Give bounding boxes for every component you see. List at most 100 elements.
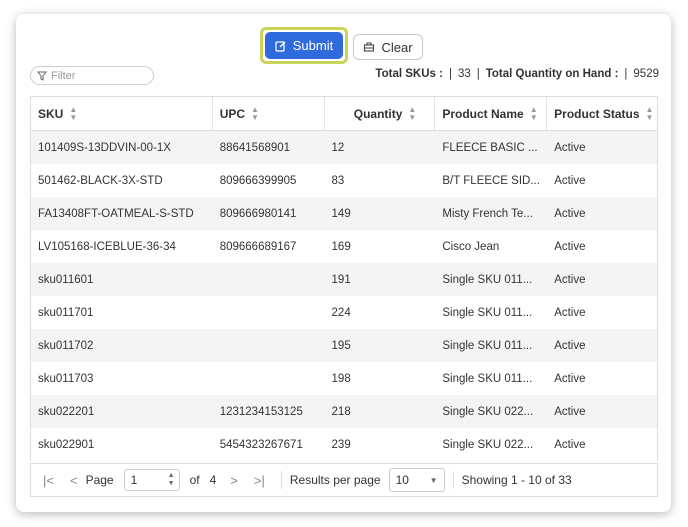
divider (452, 471, 454, 489)
total-qty-label: Total Quantity on Hand : (485, 68, 619, 80)
cell-quantity: 198 (331, 372, 351, 385)
next-page-icon[interactable]: > (230, 473, 238, 488)
cell-product-name: Single SKU 022... (442, 438, 534, 451)
cell-product-status: Active (554, 273, 586, 286)
cell-upc: 809666980141 (219, 207, 297, 220)
table-body: 101409S-13DDVIN-00-1X 88641568901 12 FLEECE… (31, 131, 657, 461)
divider-pipe: | (624, 68, 628, 80)
sort-icon: ▲ ▼ (69, 104, 78, 122)
cell-product-status: Active (554, 174, 586, 187)
total-pages: 4 (209, 473, 217, 487)
table-row[interactable]: 101409S-13DDVIN-00-1X 88641568901 12 FLEECE… (31, 131, 657, 164)
first-page-icon[interactable]: |< (43, 473, 54, 488)
cell-upc: 809666399905 (219, 174, 297, 187)
cell-sku: sku011701 (38, 306, 94, 319)
cell-product-status: Active (554, 141, 586, 154)
clear-label: Clear (381, 39, 413, 55)
cell-product-name: Single SKU 011... (442, 372, 533, 385)
col-label: SKU (38, 106, 64, 121)
cell-quantity: 12 (331, 141, 345, 154)
clear-button[interactable]: Clear (353, 34, 423, 60)
divider (280, 471, 282, 489)
filter-placeholder: Filter (51, 69, 76, 82)
submit-button[interactable]: Submit (265, 32, 343, 59)
cell-quantity: 239 (331, 438, 351, 451)
table-row[interactable]: sku011702 195 Single SKU 011... Active (31, 329, 657, 362)
cell-quantity: 224 (331, 306, 351, 319)
table-row[interactable]: sku022901 5454323267671 239 Single SKU 022.… (31, 428, 657, 461)
cell-product-name: Single SKU 022... (442, 405, 534, 418)
cell-product-name: FLEECE BASIC ... (442, 141, 538, 154)
col-header-upc[interactable]: UPC ▲ ▼ (213, 97, 325, 130)
cell-product-status: Active (554, 372, 586, 385)
cell-sku: sku011601 (38, 273, 94, 286)
prev-page-icon[interactable]: < (70, 473, 78, 488)
page-number-value: 1 (130, 473, 138, 487)
col-header-product-name[interactable]: Product Name ▲ ▼ (435, 97, 548, 130)
cell-sku: 501462-BLACK-3X-STD (38, 174, 163, 187)
page-label: Page (85, 473, 114, 487)
table-row[interactable]: sku011701 224 Single SKU 011... Active (31, 296, 657, 329)
per-page-label: Results per page (289, 473, 381, 487)
cell-product-name: Single SKU 011... (442, 339, 533, 352)
filter-icon (37, 71, 47, 81)
cell-upc: 1231234153125 (219, 405, 303, 418)
cell-upc: 809666689167 (219, 240, 297, 253)
cell-sku: FA13408FT-OATMEAL-S-STD (38, 207, 194, 220)
of-label: of (189, 473, 200, 487)
sort-icon: ▲ ▼ (645, 104, 654, 122)
total-qty-value: 9529 (633, 68, 659, 80)
cell-product-name: Misty French Te... (442, 207, 533, 220)
cell-sku: 101409S-13DDVIN-00-1X (38, 141, 171, 154)
cell-product-status: Active (554, 339, 586, 352)
cell-quantity: 149 (331, 207, 351, 220)
eraser-icon (364, 42, 375, 52)
cell-product-status: Active (554, 405, 586, 418)
inventory-table: SKU ▲ ▼ UPC ▲ ▼ Quantity ▲ ▼ Product Name ▲ ▼ Pr… (30, 96, 658, 461)
total-skus-value: 33 (457, 68, 471, 80)
cell-product-name: Single SKU 011... (442, 273, 533, 286)
total-skus-label: Total SKUs : (375, 68, 443, 80)
table-row[interactable]: 501462-BLACK-3X-STD 809666399905 83 B/T FLE… (31, 164, 657, 197)
col-header-quantity[interactable]: Quantity ▲ ▼ (325, 97, 436, 130)
stepper-icon[interactable]: ▲ ▼ (168, 472, 175, 488)
table-header: SKU ▲ ▼ UPC ▲ ▼ Quantity ▲ ▼ Product Name ▲ ▼ Pr… (31, 97, 657, 131)
filter-input[interactable]: Filter (30, 66, 154, 85)
col-label: UPC (219, 106, 246, 121)
cell-sku: sku022201 (38, 405, 95, 418)
cell-product-status: Active (554, 438, 586, 451)
divider-pipe: | (476, 68, 480, 80)
per-page-select[interactable]: 10 ▼ (388, 468, 445, 492)
table-row[interactable]: sku011601 191 Single SKU 011... Active (31, 263, 657, 296)
cell-upc: 88641568901 (219, 141, 291, 154)
totals-summary: Total SKUs : | 33 | Total Quantity on Ha… (375, 68, 659, 80)
col-header-product-status[interactable]: Product Status ▲ ▼ (547, 97, 657, 130)
cell-product-status: Active (554, 207, 586, 220)
cell-product-name: Cisco Jean (442, 240, 500, 253)
table-row[interactable]: LV105168-ICEBLUE-36-34 809666689167 169 Cis… (31, 230, 657, 263)
sort-icon: ▲ ▼ (408, 104, 417, 122)
cell-quantity: 191 (331, 273, 351, 286)
last-page-icon[interactable]: >| (254, 473, 265, 488)
cell-product-name: B/T FLEECE SID... (442, 174, 540, 187)
cell-sku: sku011702 (38, 339, 94, 352)
submit-label: Submit (292, 38, 334, 53)
per-page-value: 10 (395, 473, 409, 487)
table-row[interactable]: FA13408FT-OATMEAL-S-STD 809666980141 149 Mi… (31, 197, 657, 230)
pagination-bar: |< < Page 1 ▲ ▼ of 4 > >| Results per pag… (30, 463, 658, 497)
showing-range: Showing 1 - 10 of 33 (461, 473, 572, 487)
col-label: Product Name (442, 106, 524, 121)
sort-icon: ▲ ▼ (529, 104, 538, 122)
col-header-sku[interactable]: SKU ▲ ▼ (31, 97, 213, 130)
cell-upc: 5454323267671 (219, 438, 303, 451)
cell-product-status: Active (554, 306, 586, 319)
page-number-input[interactable]: 1 ▲ ▼ (123, 469, 180, 491)
cell-sku: sku022901 (38, 438, 95, 451)
cell-product-status: Active (554, 240, 586, 253)
cell-quantity: 83 (331, 174, 345, 187)
cell-quantity: 169 (331, 240, 351, 253)
chevron-down-icon: ▼ (429, 475, 438, 485)
table-row[interactable]: sku011703 198 Single SKU 011... Active (31, 362, 657, 395)
col-label: Quantity (353, 106, 403, 121)
table-row[interactable]: sku022201 1231234153125 218 Single SKU 022.… (31, 395, 657, 428)
